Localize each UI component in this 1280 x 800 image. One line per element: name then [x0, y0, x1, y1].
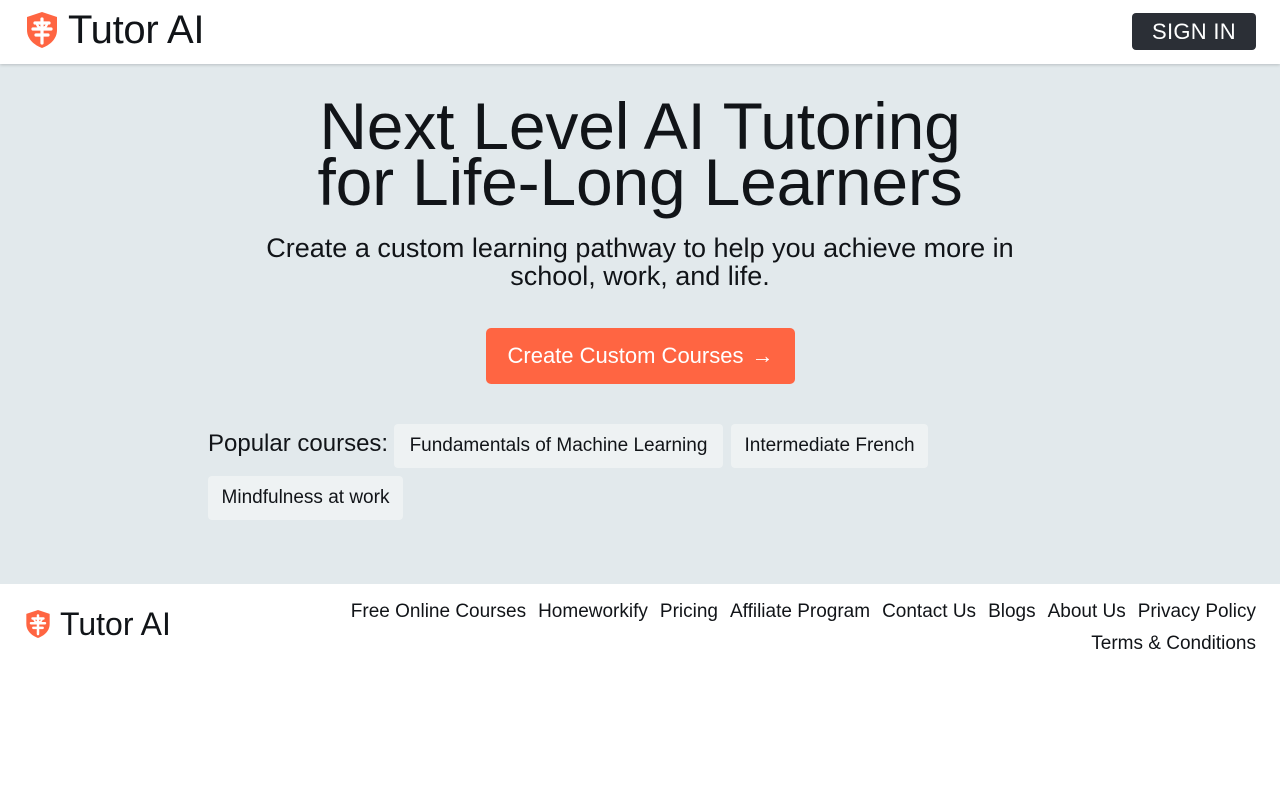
footer-brand-link[interactable]: Tutor AI [24, 604, 171, 644]
popular-courses-label: Popular courses: [208, 430, 389, 457]
footer-link-blogs[interactable]: Blogs [988, 601, 1036, 623]
arrow-right-icon: → [751, 343, 774, 368]
shield-logo-icon [26, 610, 50, 638]
footer-link-homeworkify[interactable]: Homeworkify [538, 601, 648, 623]
footer-links-row-2: Terms & Conditions [296, 628, 1256, 660]
hero-title-line-2: for Life-Long Learners [317, 145, 963, 219]
footer-link-privacy-policy[interactable]: Privacy Policy [1138, 601, 1256, 623]
brand-name: Tutor AI [68, 8, 205, 52]
footer-brand-name: Tutor AI [60, 606, 171, 642]
brand-home-link[interactable]: Tutor AI [24, 8, 204, 52]
hero-subtitle: Create a custom learning pathway to help… [266, 233, 1014, 291]
sign-in-button[interactable]: SIGN IN [1132, 13, 1256, 50]
hero-section: Next Level AI Tutoring for Life-Long Lea… [0, 64, 1280, 584]
top-navbar: Tutor AI SIGN IN [0, 0, 1280, 64]
footer: Tutor AI Free Online Courses Homeworkify… [0, 584, 1280, 800]
hero-title: Next Level AI Tutoring for Life-Long Lea… [0, 93, 1280, 219]
footer-link-affiliate-program[interactable]: Affiliate Program [730, 601, 870, 623]
footer-link-free-online-courses[interactable]: Free Online Courses [351, 601, 526, 623]
course-chip-intermediate-french[interactable]: Intermediate French [731, 424, 928, 468]
footer-links-row-1: Free Online Courses Homeworkify Pricing … [296, 596, 1256, 628]
footer-link-pricing[interactable]: Pricing [660, 601, 718, 623]
create-custom-courses-button[interactable]: Create Custom Courses → [486, 328, 795, 384]
footer-link-terms-conditions[interactable]: Terms & Conditions [1091, 633, 1256, 655]
footer-link-about-us[interactable]: About Us [1048, 601, 1126, 623]
course-chip-mindfulness[interactable]: Mindfulness at work [208, 476, 403, 520]
cta-label: Create Custom Courses [507, 343, 744, 368]
shield-logo-icon [27, 12, 57, 48]
course-chip-machine-learning[interactable]: Fundamentals of Machine Learning [394, 424, 723, 468]
footer-links: Free Online Courses Homeworkify Pricing … [296, 596, 1256, 660]
footer-link-contact-us[interactable]: Contact Us [882, 601, 976, 623]
